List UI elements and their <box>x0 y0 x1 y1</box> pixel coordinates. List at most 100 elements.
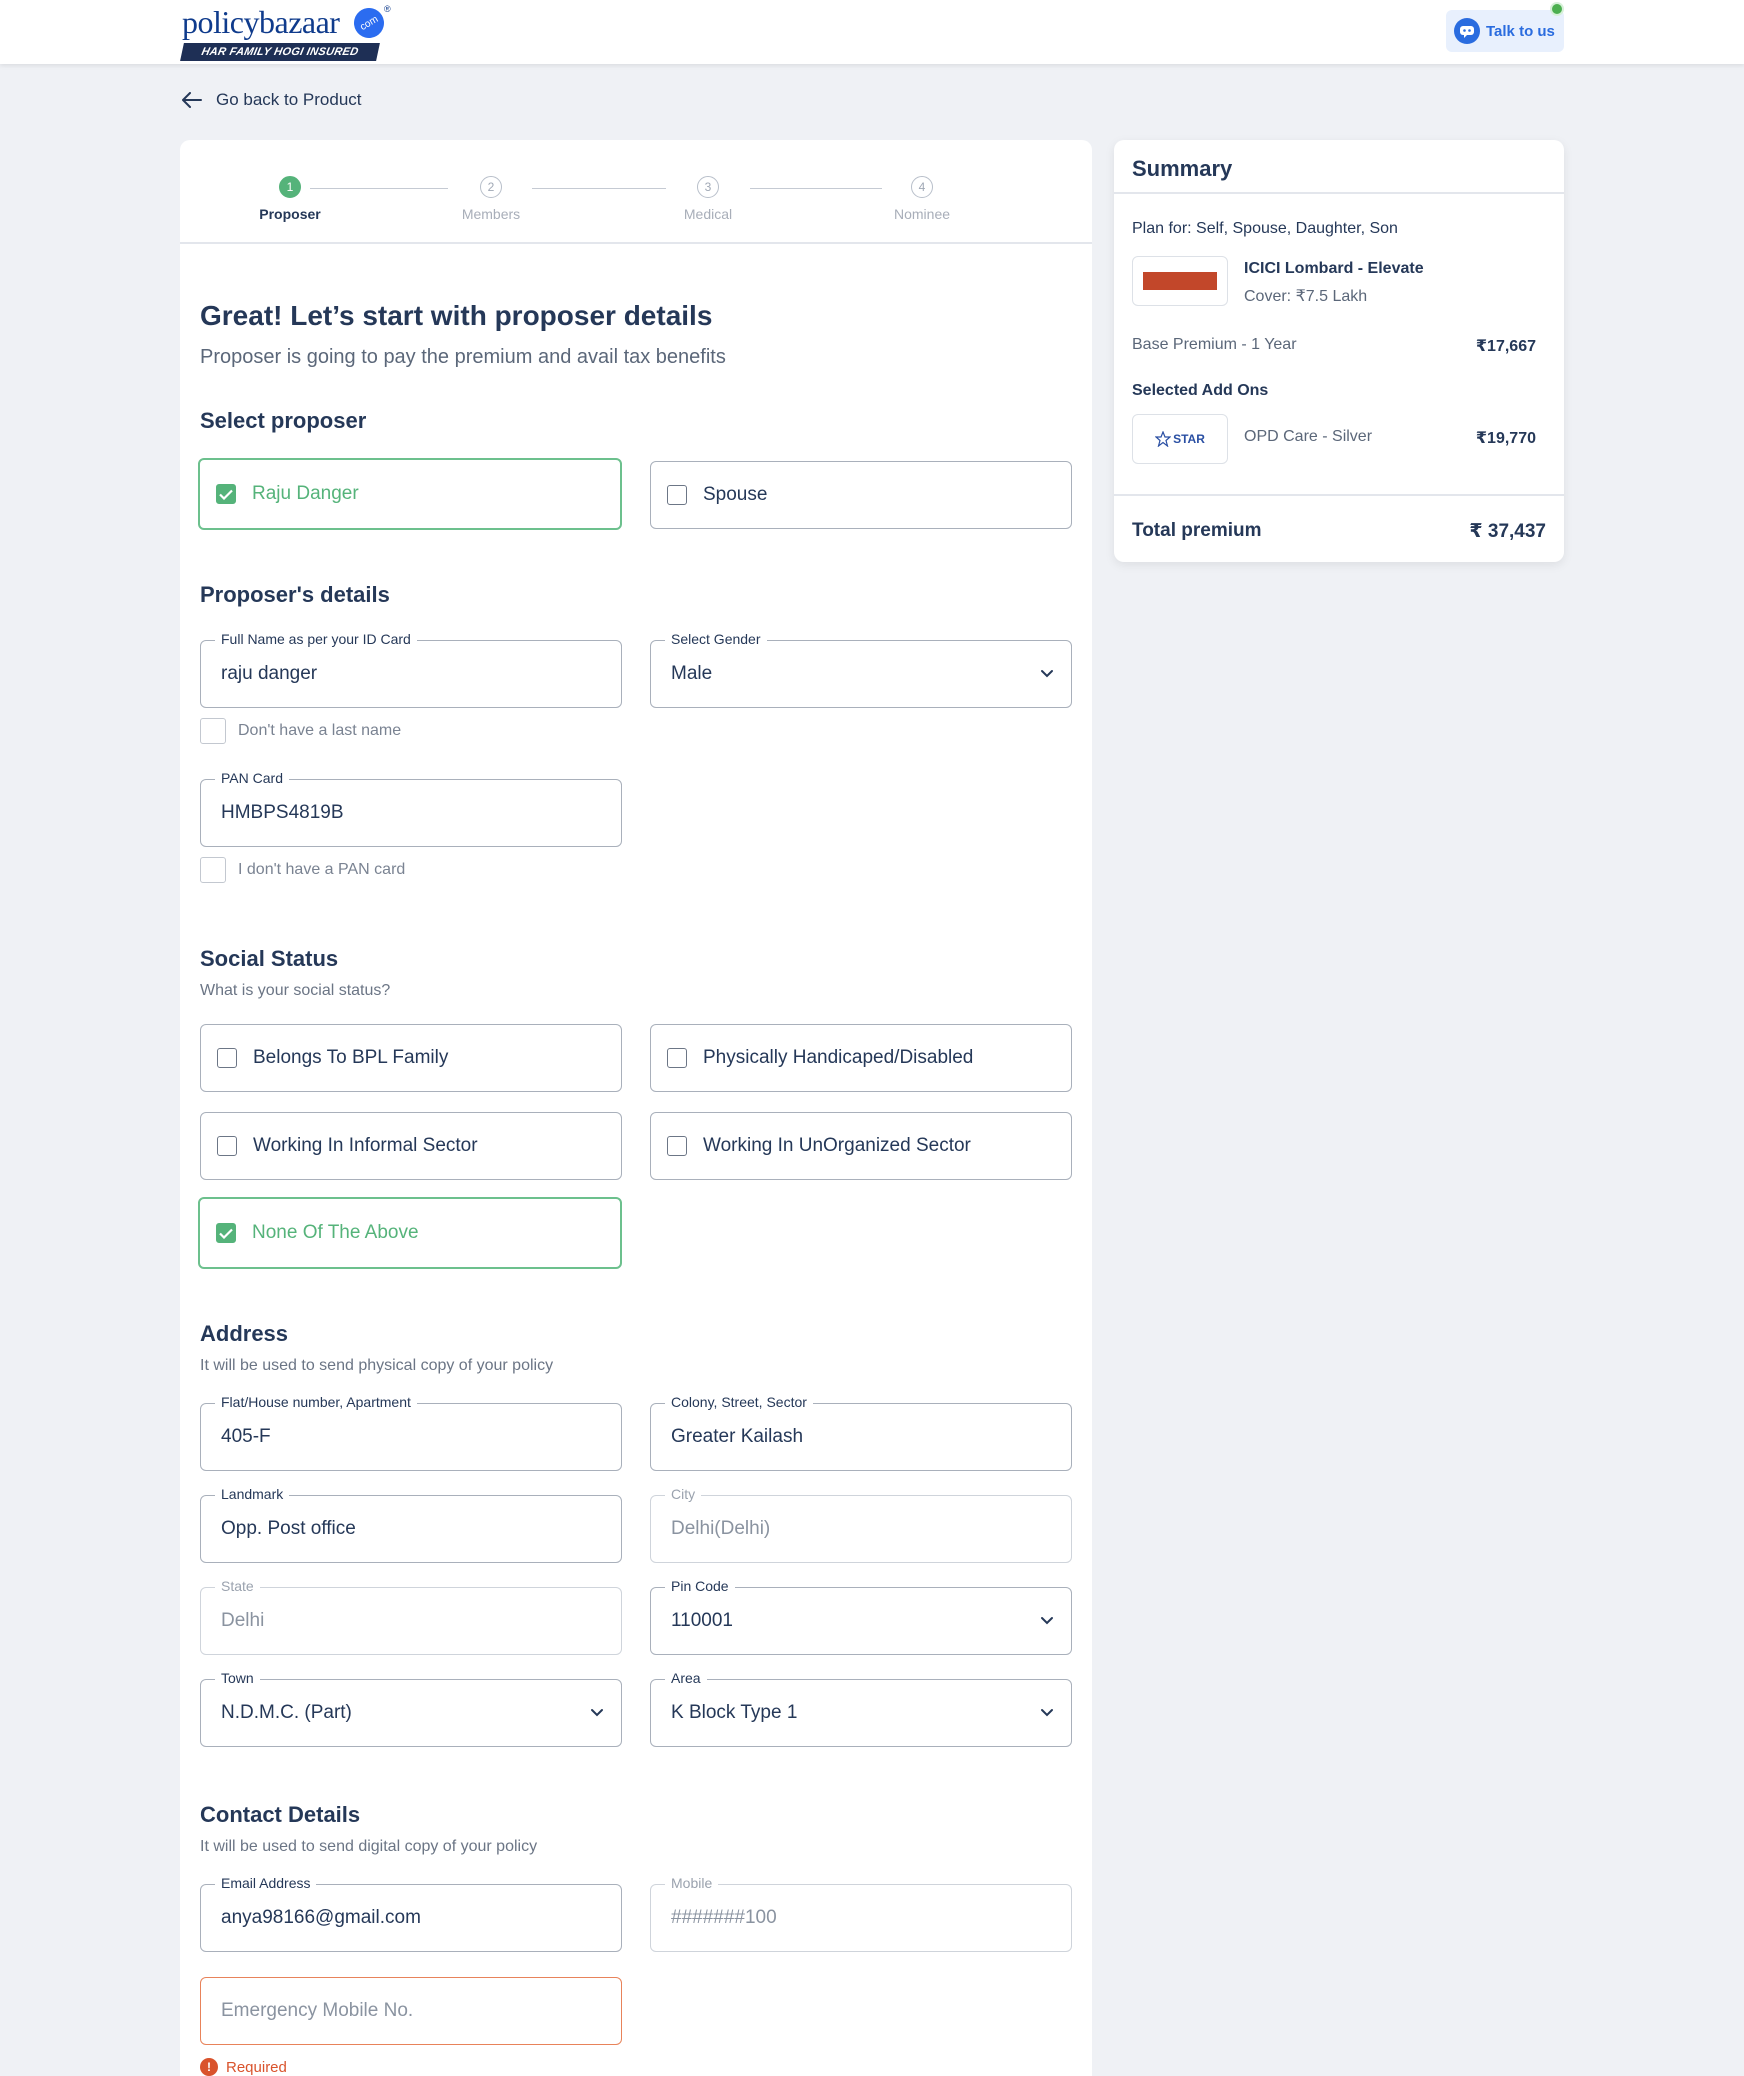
social-option-label: Working In Informal Sector <box>253 1135 478 1156</box>
emergency-mobile-placeholder: Emergency Mobile No. <box>221 2000 414 2021</box>
town-select[interactable]: Town N.D.M.C. (Part) <box>200 1670 622 1747</box>
plan-for-text: Plan for: Self, Spouse, Daughter, Son <box>1132 220 1398 237</box>
colony-value: Greater Kailash <box>671 1426 804 1447</box>
talk-to-us-label: Talk to us <box>1486 22 1555 40</box>
checkbox-icon <box>667 485 687 505</box>
form-title: Great! Let’s start with proposer details <box>200 300 713 331</box>
social-option-unorganized[interactable]: Working In UnOrganized Sector <box>650 1112 1072 1180</box>
gender-select[interactable]: Select Gender Male <box>650 631 1072 708</box>
social-status-heading: Social Status <box>200 946 339 971</box>
chevron-down-icon <box>1041 670 1053 678</box>
social-option-label: None Of The Above <box>252 1222 419 1243</box>
social-option-informal[interactable]: Working In Informal Sector <box>200 1112 622 1180</box>
checkbox-checked-icon <box>216 484 236 504</box>
pincode-label: Pin Code <box>665 1578 735 1594</box>
state-value: Delhi <box>221 1610 265 1631</box>
required-message: Required <box>226 2058 287 2076</box>
star-logo-mark: STAR <box>1155 431 1205 447</box>
icici-logo <box>1132 256 1228 306</box>
stepper-line <box>532 188 666 189</box>
online-status-dot <box>1550 2 1564 16</box>
social-option-bpl[interactable]: Belongs To BPL Family <box>200 1024 622 1092</box>
full-name-label: Full Name as per your ID Card <box>215 631 417 647</box>
emergency-mobile-input[interactable]: Emergency Mobile No. <box>200 1977 622 2045</box>
logo-tagline: HAR FAMILY HOGI INSURED <box>180 43 380 61</box>
email-label: Email Address <box>215 1875 317 1891</box>
flat-label: Flat/House number, Apartment <box>215 1394 417 1410</box>
mobile-value: #######100 <box>671 1907 777 1928</box>
email-field[interactable]: Email Address anya98166@gmail.com <box>200 1875 622 1952</box>
checkbox-icon <box>217 1048 237 1068</box>
form-subtitle: Proposer is going to pay the premium and… <box>200 346 726 368</box>
divider <box>1114 494 1564 496</box>
logo-wordmark: policybazaar <box>182 4 340 40</box>
checkbox-icon <box>667 1136 687 1156</box>
base-premium-value: ₹17,667 <box>1475 338 1536 355</box>
go-back-label: Go back to Product <box>216 90 362 109</box>
social-option-handicapped[interactable]: Physically Handicaped/Disabled <box>650 1024 1072 1092</box>
step-medical[interactable]: 3 Medical <box>648 176 768 222</box>
star-logo-text: STAR <box>1173 432 1205 446</box>
mobile-label: Mobile <box>665 1875 719 1891</box>
plan-name: ICICI Lombard - Elevate <box>1244 260 1424 277</box>
arrow-left-icon <box>182 92 202 108</box>
step-label: Proposer <box>259 206 321 222</box>
step-label: Nominee <box>893 206 951 222</box>
no-pan-label: I don't have a PAN card <box>238 861 406 878</box>
proposer-option-self[interactable]: Raju Danger <box>198 458 622 530</box>
proposer-option-label: Raju Danger <box>252 483 359 504</box>
checkbox-icon <box>200 718 226 744</box>
gender-value: Male <box>671 663 713 684</box>
pan-card-field[interactable]: PAN Card HMBPS4819B <box>200 770 622 847</box>
town-value: N.D.M.C. (Part) <box>221 1702 352 1723</box>
no-last-name-checkbox[interactable]: Don't have a last name <box>200 718 401 744</box>
top-header: policybazaar com ® HAR FAMILY HOGI INSUR… <box>0 0 1744 64</box>
landmark-field[interactable]: Landmark Opp. Post office <box>200 1486 622 1563</box>
city-field: City Delhi(Delhi) <box>650 1486 1072 1563</box>
social-option-none[interactable]: None Of The Above <box>198 1197 622 1269</box>
addons-title: Selected Add Ons <box>1132 382 1269 399</box>
pincode-select[interactable]: Pin Code 110001 <box>650 1578 1072 1655</box>
area-select[interactable]: Area K Block Type 1 <box>650 1670 1072 1747</box>
step-number: 1 <box>279 176 301 198</box>
talk-to-us-button[interactable]: Talk to us <box>1446 10 1564 52</box>
proposer-option-spouse[interactable]: Spouse <box>650 461 1072 529</box>
state-label: State <box>215 1578 260 1594</box>
step-nominee[interactable]: 4 Nominee <box>862 176 982 222</box>
policybazaar-logo[interactable]: policybazaar com ® HAR FAMILY HOGI INSUR… <box>180 2 400 61</box>
address-subtitle: It will be used to send physical copy of… <box>200 1357 554 1374</box>
no-pan-checkbox[interactable]: I don't have a PAN card <box>200 857 405 883</box>
checkbox-icon <box>217 1136 237 1156</box>
town-label: Town <box>215 1670 260 1686</box>
step-members[interactable]: 2 Members <box>431 176 551 222</box>
total-premium-label: Total premium <box>1132 520 1262 541</box>
social-status-subtitle: What is your social status? <box>200 982 391 999</box>
social-option-label: Physically Handicaped/Disabled <box>703 1047 974 1068</box>
addon-name: OPD Care - Silver <box>1244 428 1373 445</box>
step-proposer[interactable]: 1 Proposer <box>230 176 350 222</box>
checkbox-icon <box>667 1048 687 1068</box>
addon-value: ₹19,770 <box>1475 430 1536 447</box>
stepper: 1 Proposer 2 Members 3 Medical 4 Nominee <box>180 140 1092 244</box>
flat-field[interactable]: Flat/House number, Apartment 405-F <box>200 1394 622 1471</box>
chevron-down-icon <box>1041 1617 1053 1625</box>
error-icon: ! <box>200 2058 218 2076</box>
city-value: Delhi(Delhi) <box>671 1518 771 1539</box>
chat-icon <box>1454 18 1480 44</box>
full-name-value: raju danger <box>221 663 318 684</box>
proposer-details-heading: Proposer's details <box>200 582 390 607</box>
contact-subtitle: It will be used to send digital copy of … <box>200 1838 538 1855</box>
full-name-field[interactable]: Full Name as per your ID Card raju dange… <box>200 631 622 708</box>
landmark-value: Opp. Post office <box>221 1518 356 1539</box>
go-back-link[interactable]: Go back to Product <box>182 90 362 110</box>
colony-field[interactable]: Colony, Street, Sector Greater Kailash <box>650 1394 1072 1471</box>
icici-logo-badge <box>1143 272 1217 290</box>
contact-heading: Contact Details <box>200 1802 361 1827</box>
required-error: ! Required <box>200 2058 287 2076</box>
city-label: City <box>665 1486 702 1502</box>
summary-title: Summary <box>1132 156 1233 181</box>
base-premium-label: Base Premium - 1 Year <box>1132 336 1297 353</box>
mobile-field: Mobile #######100 <box>650 1875 1072 1952</box>
step-number: 3 <box>697 176 719 198</box>
address-heading: Address <box>200 1321 289 1346</box>
